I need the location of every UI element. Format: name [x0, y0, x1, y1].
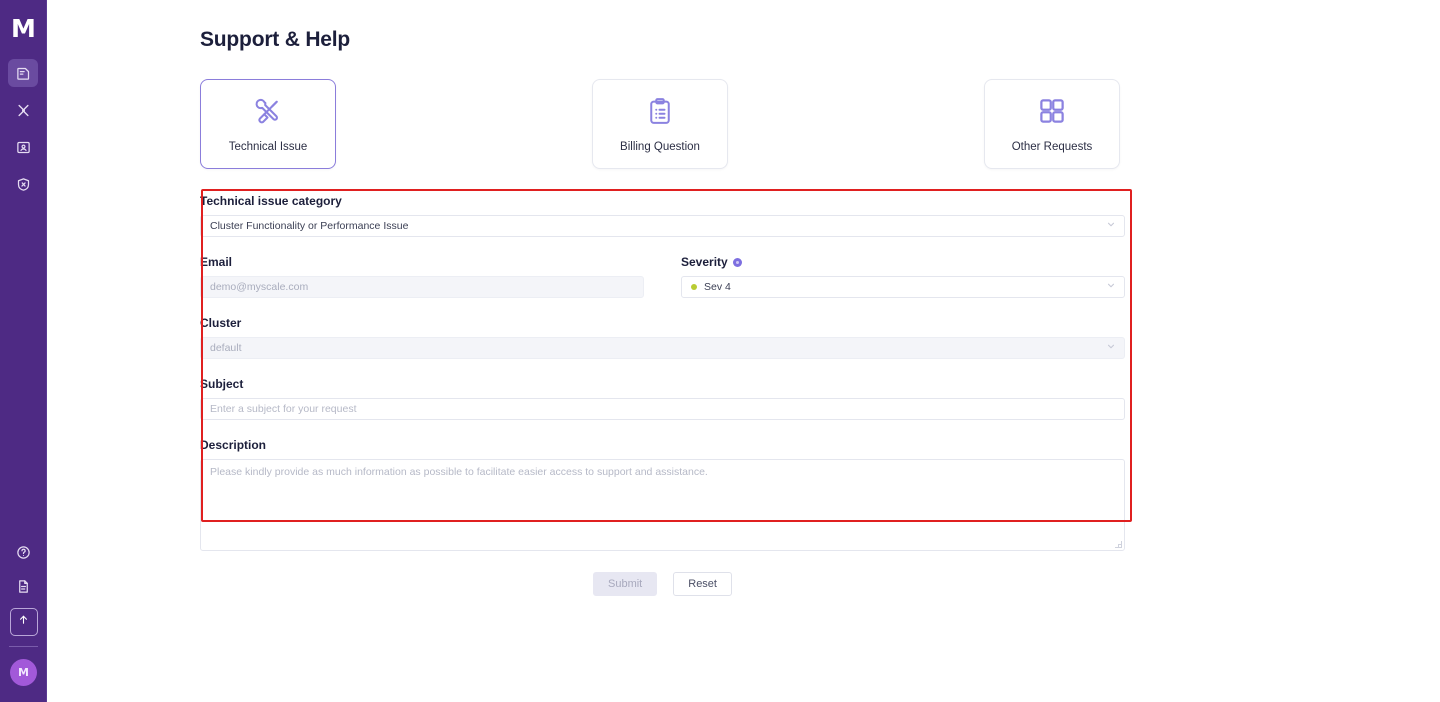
chevron-down-icon	[1106, 220, 1116, 233]
category-card-label: Billing Question	[620, 140, 700, 153]
field-label: Email	[200, 255, 644, 269]
chevron-down-icon	[1106, 342, 1116, 355]
database-icon	[16, 66, 31, 81]
arrow-up-icon	[17, 613, 30, 631]
document-icon	[16, 579, 31, 594]
category-card-label: Other Requests	[1011, 140, 1093, 153]
email-field: demo@myscale.com	[200, 276, 644, 298]
field-label: Subject	[200, 377, 1125, 391]
form-actions: Submit Reset	[200, 572, 1125, 596]
sidebar-item-docs[interactable]	[9, 572, 39, 600]
info-icon[interactable]	[732, 257, 742, 267]
label-text: Severity	[681, 255, 728, 269]
category-card-label: Technical Issue	[228, 140, 308, 153]
chevron-down-icon	[1106, 281, 1116, 294]
wrench-icon	[16, 103, 31, 118]
avatar[interactable]: M	[10, 659, 37, 686]
sidebar-nav-top	[8, 59, 38, 198]
main-content: Support & Help Technical Issue Billing Q…	[47, 0, 1440, 702]
subject-placeholder: Enter a subject for your request	[210, 403, 357, 415]
row-email-severity: Email demo@myscale.com Severity Sev 4	[200, 255, 1125, 298]
email-value: demo@myscale.com	[210, 281, 309, 293]
field-severity: Severity Sev 4	[681, 255, 1125, 298]
label-text: Technical issue category	[200, 194, 342, 208]
cluster-select[interactable]: default	[200, 337, 1125, 359]
support-help-page: M M Support & Help Technical Issue Billi…	[0, 0, 1440, 702]
label-text: Email	[200, 255, 233, 269]
cluster-value: default	[210, 342, 242, 354]
brand-logo[interactable]: M	[11, 16, 36, 41]
submit-button[interactable]: Submit	[593, 572, 658, 596]
page-title: Support & Help	[200, 28, 351, 51]
label-text: Subject	[200, 377, 244, 391]
field-label: Cluster	[200, 316, 1125, 330]
field-subject: Subject Enter a subject for your request	[200, 377, 1125, 420]
clipboard-list-icon	[645, 96, 675, 131]
sidebar-item-help[interactable]	[9, 538, 39, 566]
shield-icon	[16, 177, 31, 192]
grid-squares-icon	[1037, 96, 1067, 131]
sidebar-item-account[interactable]	[8, 133, 38, 161]
sidebar-item-security[interactable]	[8, 170, 38, 198]
field-label: Technical issue category	[200, 194, 1125, 208]
help-circle-icon	[16, 545, 31, 560]
subject-input[interactable]: Enter a subject for your request	[200, 398, 1125, 420]
category-card-billing-question[interactable]: Billing Question	[592, 79, 728, 169]
sidebar-item-tools[interactable]	[8, 96, 38, 124]
support-category-cards: Technical Issue Billing Question Other R…	[200, 79, 1120, 169]
wrench-screwdriver-icon	[253, 96, 283, 131]
field-cluster: Cluster default	[200, 316, 1125, 359]
label-text: Description	[200, 438, 267, 452]
severity-select[interactable]: Sev 4	[681, 276, 1125, 298]
upgrade-button[interactable]	[9, 608, 38, 636]
category-card-technical-issue[interactable]: Technical Issue	[200, 79, 336, 169]
field-label: Severity	[681, 255, 1125, 269]
category-card-other-requests[interactable]: Other Requests	[984, 79, 1120, 169]
resize-handle-icon[interactable]	[1114, 540, 1122, 548]
sidebar-divider	[9, 646, 38, 647]
select-value: Cluster Functionality or Performance Iss…	[210, 220, 409, 232]
support-form: Technical issue category Cluster Functio…	[200, 189, 1132, 551]
severity-color-dot	[691, 284, 697, 290]
technical-issue-category-select[interactable]: Cluster Functionality or Performance Iss…	[200, 215, 1125, 237]
field-email: Email demo@myscale.com	[200, 255, 644, 298]
severity-value: Sev 4	[704, 281, 731, 293]
sidebar: M M	[0, 0, 47, 702]
field-technical-issue-category: Technical issue category Cluster Functio…	[200, 194, 1125, 237]
description-textarea[interactable]: Please kindly provide as much informatio…	[200, 459, 1125, 551]
description-placeholder: Please kindly provide as much informatio…	[210, 466, 708, 478]
field-description: Description Please kindly provide as muc…	[200, 438, 1125, 551]
id-card-icon	[16, 140, 31, 155]
reset-button[interactable]: Reset	[673, 572, 732, 596]
label-text: Cluster	[200, 316, 242, 330]
field-label: Description	[200, 438, 1125, 452]
sidebar-item-clusters[interactable]	[8, 59, 38, 87]
sidebar-nav-bottom: M	[0, 538, 47, 702]
